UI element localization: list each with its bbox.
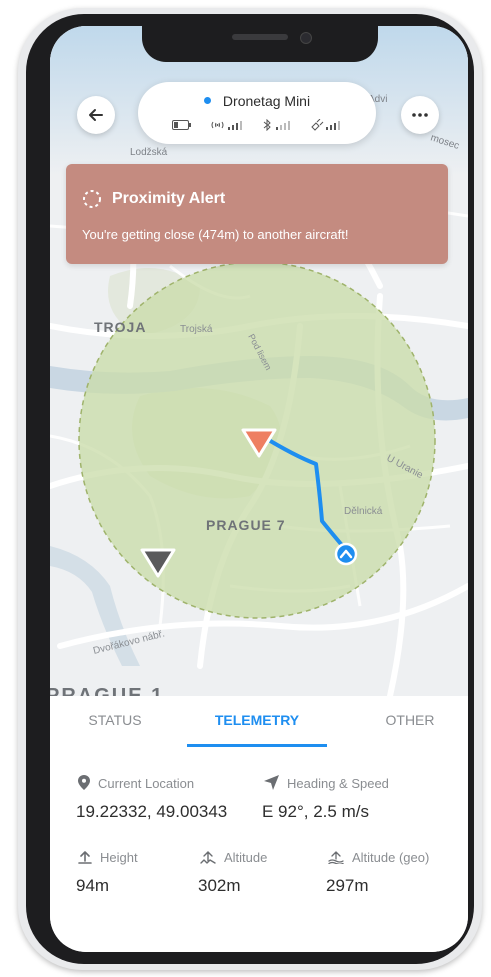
front-camera <box>300 32 312 44</box>
tab-telemetry[interactable]: TELEMETRY <box>197 712 317 728</box>
connection-dot <box>203 96 211 104</box>
own-drone-icon[interactable] <box>334 542 358 566</box>
height-label: Height <box>78 850 138 866</box>
device-name: Dronetag Mini <box>138 93 376 109</box>
location-pin-icon <box>78 775 90 791</box>
earpiece-speaker <box>232 34 288 40</box>
spinner-icon <box>83 190 101 208</box>
tab-status[interactable]: STATUS <box>70 712 160 728</box>
navigation-arrow-icon <box>264 775 279 791</box>
map-label-troja: TROJA <box>94 319 146 335</box>
phone-notch <box>142 26 378 62</box>
map-label-delnicka: Dělnická <box>344 506 383 517</box>
satellite-signal-icon <box>311 119 340 131</box>
height-value: 94m <box>76 876 110 895</box>
altitude-label: Altitude <box>200 850 267 866</box>
height-label-text: Height <box>100 850 138 865</box>
map-label-trojska: Trojská <box>180 324 213 335</box>
active-tab-indicator <box>187 744 327 747</box>
more-button[interactable] <box>401 96 439 134</box>
bluetooth-signal-icon <box>263 119 290 131</box>
current-location-value: 19.22332, 49.00343 <box>76 802 228 821</box>
map-label-prague7: PRAGUE 7 <box>206 517 286 533</box>
proximity-alert-banner[interactable]: Proximity Alert You're getting close (47… <box>66 164 448 264</box>
more-icon <box>412 113 428 117</box>
battery-icon <box>172 120 191 130</box>
app-screen: Lodžská Advi mosec TROJA Trojská Pod lis… <box>50 26 468 952</box>
map-label-prague1: PRAGUE 1 <box>50 685 164 696</box>
altitude-geo-label-text: Altitude (geo) <box>352 850 430 865</box>
alert-title: Proximity Alert <box>112 190 226 207</box>
current-location-label: Current Location <box>78 775 195 792</box>
device-status-pill[interactable]: Dronetag Mini <box>138 82 376 144</box>
altitude-value: 302m <box>198 876 241 895</box>
device-status-row <box>172 118 356 132</box>
heading-speed-value: E 92°, 2.5 m/s <box>262 802 369 821</box>
back-button[interactable] <box>77 96 115 134</box>
current-location-label-text: Current Location <box>98 776 195 791</box>
altitude-arrow-icon <box>200 850 216 864</box>
tab-other[interactable]: OTHER <box>368 712 452 728</box>
details-panel: STATUS TELEMETRY OTHER Current Location … <box>50 696 468 952</box>
height-arrow-icon <box>78 850 92 864</box>
arrow-left-icon <box>89 109 103 121</box>
heading-speed-label: Heading & Speed <box>264 775 389 792</box>
altitude-label-text: Altitude <box>224 850 268 865</box>
radio-signal-icon <box>211 121 242 130</box>
altitude-geo-icon <box>328 850 344 865</box>
map-label-lodzska: Lodžská <box>130 147 168 158</box>
alert-message: You're getting close (474m) to another a… <box>82 227 349 242</box>
heading-speed-label-text: Heading & Speed <box>287 776 389 791</box>
device-name-label: Dronetag Mini <box>222 93 311 109</box>
altitude-geo-value: 297m <box>326 876 369 895</box>
altitude-geo-label: Altitude (geo) <box>328 850 429 866</box>
